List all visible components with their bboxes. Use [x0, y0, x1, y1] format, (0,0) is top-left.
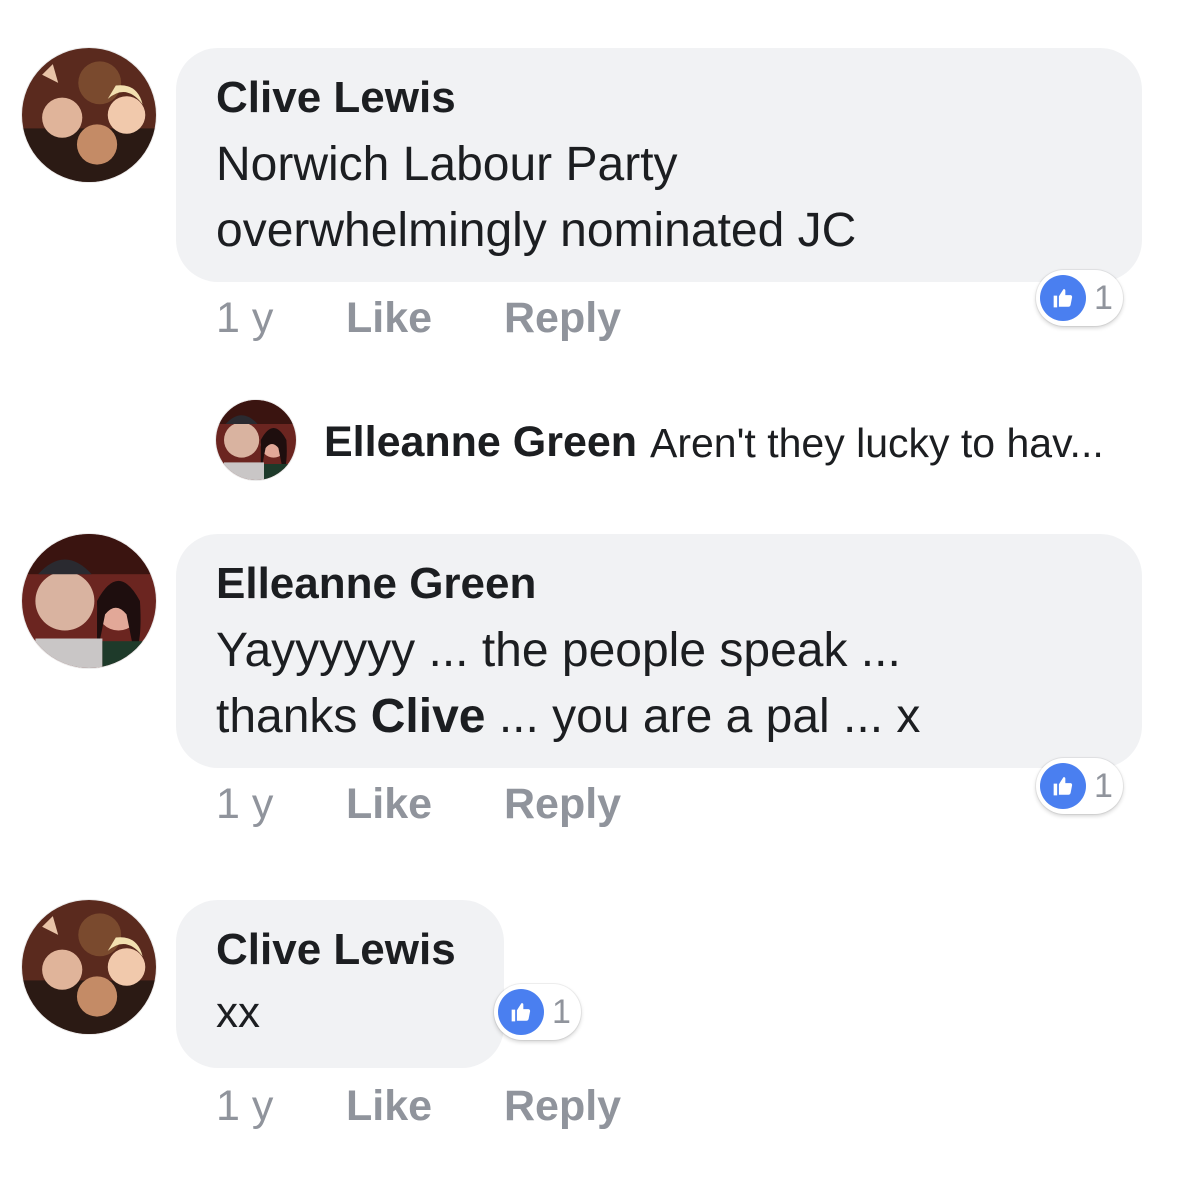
reaction-count: 1 [1094, 278, 1113, 317]
mention-link[interactable]: Clive [371, 690, 486, 743]
timestamp[interactable]: 1 y [216, 294, 273, 343]
reaction-count: 1 [1094, 766, 1113, 805]
comment-text: Yayyyyyy ... the people speak ... thanks… [216, 624, 921, 743]
timestamp[interactable]: 1 y [216, 780, 273, 829]
avatar[interactable] [22, 48, 156, 182]
avatar[interactable] [216, 400, 296, 480]
reaction-badge[interactable]: 1 [1036, 758, 1123, 814]
reply-author[interactable]: Elleanne Green [324, 418, 637, 467]
timestamp[interactable]: 1 y [216, 1082, 273, 1131]
thumbs-up-icon [1040, 763, 1086, 809]
thumbs-up-icon [1040, 275, 1086, 321]
comment-text: Norwich Labour Party overwhelmingly nomi… [216, 138, 857, 257]
like-button[interactable]: Like [346, 1082, 432, 1131]
reaction-count: 1 [552, 992, 571, 1031]
comment-bubble: Clive Lewis Norwich Labour Party overwhe… [176, 48, 1142, 282]
reply-button[interactable]: Reply [504, 1082, 621, 1131]
reaction-badge[interactable]: 1 [494, 984, 581, 1040]
comment-author[interactable]: Elleanne Green [216, 560, 1102, 608]
comment-text: xx [216, 988, 260, 1037]
comment-bubble: Elleanne Green Yayyyyyy ... the people s… [176, 534, 1142, 768]
comment-author[interactable]: Clive Lewis [216, 926, 464, 974]
comment-author[interactable]: Clive Lewis [216, 74, 1102, 122]
reply-text: Aren't they lucky to hav... [650, 420, 1104, 466]
reply-button[interactable]: Reply [504, 294, 621, 343]
like-button[interactable]: Like [346, 780, 432, 829]
reply-button[interactable]: Reply [504, 780, 621, 829]
like-button[interactable]: Like [346, 294, 432, 343]
comment-bubble: Clive Lewis xx [176, 900, 504, 1068]
reply-preview[interactable]: Elleanne Green Aren't they lucky to hav.… [216, 400, 1156, 480]
thumbs-up-icon [498, 989, 544, 1035]
avatar[interactable] [22, 900, 156, 1034]
reaction-badge[interactable]: 1 [1036, 270, 1123, 326]
avatar[interactable] [22, 534, 156, 668]
